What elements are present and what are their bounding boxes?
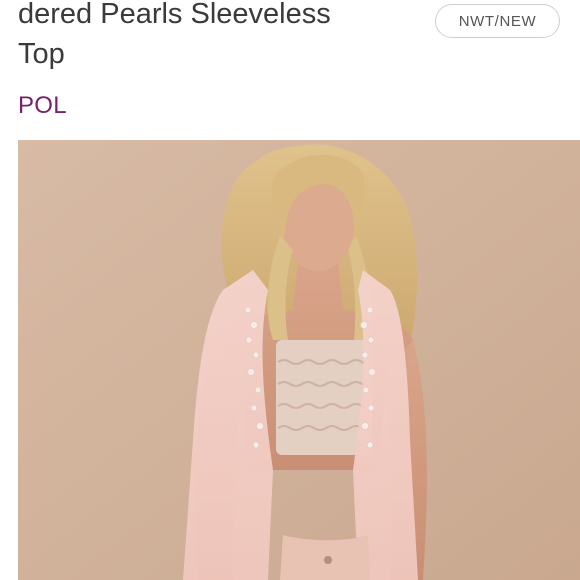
listing-title-line-2: Top [18,38,65,70]
product-photo[interactable] [18,140,580,580]
condition-badge: NWT/NEW [435,4,560,38]
listing-title: dered Pearls Sleeveless Top [18,0,418,74]
listing-title-line-1: dered Pearls Sleeveless [18,0,331,30]
product-photo-illustration [18,140,580,580]
brand-link[interactable]: POL [18,92,67,120]
